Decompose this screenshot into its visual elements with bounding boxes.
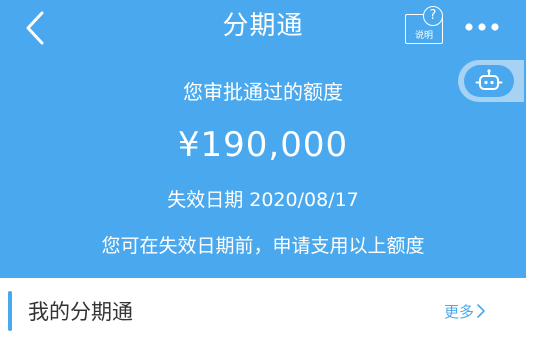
more-menu-button[interactable] — [463, 14, 503, 40]
usage-note: 您可在失效日期前，申请支用以上额度 — [101, 235, 425, 257]
more-dots-icon — [465, 23, 499, 31]
more-link[interactable]: 更多 — [444, 300, 486, 324]
hero-panel: 分期通 ? 说明 您审批通过的额度 ¥190,000 失效日期 2020/08/… — [0, 0, 526, 278]
expire-date: 失效日期 2020/08/17 — [167, 189, 359, 211]
section-accent-bar — [8, 291, 12, 331]
chevron-right-icon — [477, 304, 485, 318]
approved-amount: ¥190,000 — [177, 125, 349, 165]
page-title: 分期通 — [222, 11, 304, 41]
help-button[interactable]: ? 说明 — [403, 6, 447, 46]
section-title: 我的分期通 — [28, 300, 133, 324]
more-link-label: 更多 — [444, 303, 475, 321]
right-edge — [526, 0, 534, 342]
help-label: 说明 — [414, 31, 433, 41]
question-icon: ? — [423, 6, 443, 26]
approved-limit-label: 您审批通过的额度 — [183, 80, 343, 104]
installment-screen: 分期通 ? 说明 您审批通过的额度 ¥190,000 失效日期 2020/08/… — [0, 0, 534, 342]
